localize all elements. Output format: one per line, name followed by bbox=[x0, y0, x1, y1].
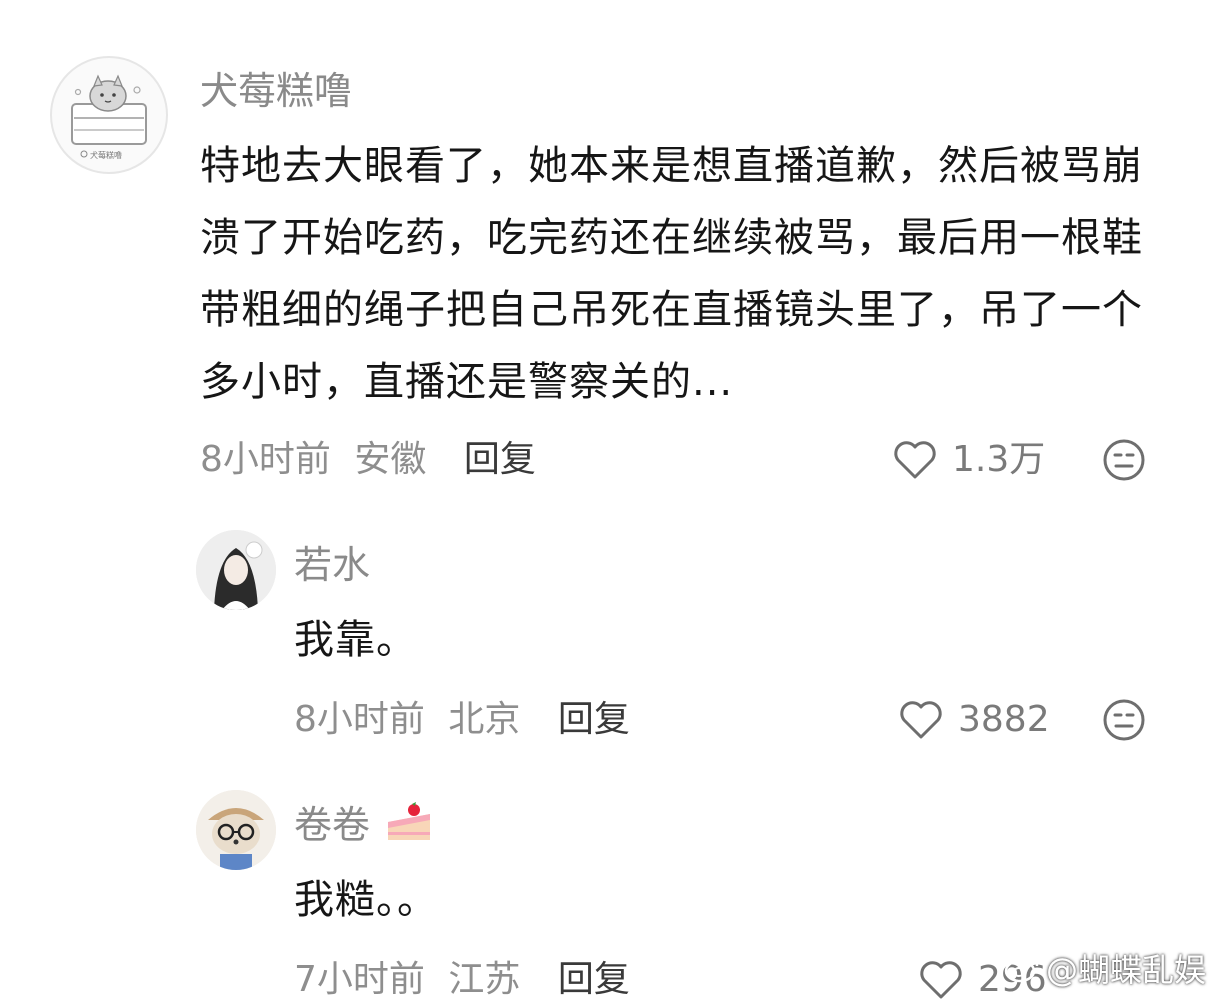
username[interactable]: 犬莓糕噜 bbox=[200, 72, 352, 110]
like-count: 3882 bbox=[958, 699, 1050, 740]
comment-time: 8小时前 bbox=[200, 439, 331, 480]
comment-time: 8小时前 bbox=[294, 699, 425, 740]
comment-meta: 7小时前 江苏 回复 bbox=[294, 962, 630, 998]
weibo-watermark: @蝴蝶乱娱 bbox=[1004, 945, 1206, 991]
comment-location: 江苏 bbox=[448, 959, 521, 1000]
strawberry-cake-icon bbox=[388, 802, 430, 840]
heart-outline-icon bbox=[900, 701, 942, 739]
reply-button[interactable]: 回复 bbox=[464, 439, 536, 480]
comment-location: 北京 bbox=[448, 699, 521, 740]
reply-button[interactable]: 回复 bbox=[558, 959, 630, 1000]
like-button[interactable]: 1.3万 bbox=[892, 440, 1045, 480]
comment-meta: 8小时前 北京 回复 bbox=[294, 702, 630, 738]
comment-meta: 8小时前 安徽 回复 bbox=[200, 442, 536, 478]
username-text: 卷卷 bbox=[294, 803, 371, 847]
weibo-logo-icon bbox=[1004, 955, 1039, 983]
comment-location: 安徽 bbox=[354, 439, 427, 480]
reply-button[interactable]: 回复 bbox=[558, 699, 630, 740]
heart-outline-icon bbox=[894, 441, 936, 479]
bear-with-glasses-avatar-image bbox=[196, 790, 276, 870]
comment-text: 我靠。 bbox=[294, 617, 417, 663]
watermark-text: @蝴蝶乱娱 bbox=[1045, 951, 1206, 989]
comment-text: 特地去大眼看了，她本来是想直播道歉，然后被骂崩溃了开始吃药，吃完药还在继续被骂，… bbox=[200, 143, 1143, 405]
anime-girl-avatar-image bbox=[196, 530, 276, 610]
neutral-face-icon[interactable] bbox=[1102, 438, 1146, 482]
username[interactable]: 若水 bbox=[294, 546, 370, 584]
heart-outline-icon bbox=[920, 961, 962, 999]
avatar[interactable] bbox=[196, 790, 276, 870]
avatar-caption: 犬莓糕噜 bbox=[90, 151, 122, 160]
avatar[interactable]: 犬莓糕噜 bbox=[50, 56, 168, 174]
comment-text: 我糙。。 bbox=[294, 877, 438, 923]
comment-time: 7小时前 bbox=[294, 959, 425, 1000]
like-count: 1.3万 bbox=[952, 439, 1046, 480]
avatar[interactable] bbox=[196, 530, 276, 610]
username[interactable]: 卷卷 bbox=[294, 806, 370, 844]
neutral-face-icon[interactable] bbox=[1102, 698, 1146, 742]
like-button[interactable]: 3882 bbox=[898, 700, 1050, 740]
